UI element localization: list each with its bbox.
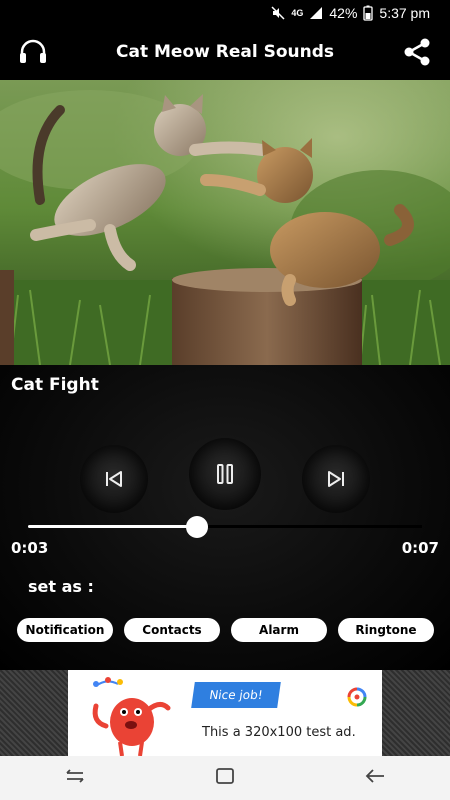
nav-bar: [0, 756, 450, 800]
previous-icon: [104, 469, 124, 489]
ad-area: Nice job! This a 320x100 test ad.: [0, 670, 450, 756]
battery-icon: [363, 5, 374, 21]
ringtone-button[interactable]: Ringtone: [338, 618, 434, 642]
alarm-button[interactable]: Alarm: [231, 618, 327, 642]
headphones-icon[interactable]: [18, 38, 48, 66]
set-as-label: set as :: [28, 577, 94, 596]
ad-banner[interactable]: Nice job! This a 320x100 test ad.: [68, 670, 382, 756]
home-icon[interactable]: [215, 767, 235, 790]
total-time: 0:07: [401, 539, 439, 557]
battery-percent: 42%: [329, 5, 358, 21]
seek-thumb[interactable]: [186, 516, 208, 538]
clock: 5:37 pm: [379, 5, 430, 21]
pause-button[interactable]: [189, 438, 261, 510]
app-bar: Cat Meow Real Sounds: [0, 26, 450, 78]
signal-icon: [309, 6, 323, 20]
contacts-button[interactable]: Contacts: [124, 618, 220, 642]
mute-icon: [271, 6, 285, 20]
ad-mascot-icon: [92, 677, 171, 756]
network-label: 4G: [291, 8, 304, 18]
next-icon: [326, 469, 346, 489]
share-icon[interactable]: [402, 37, 432, 67]
back-icon[interactable]: [364, 767, 386, 790]
seek-progress: [28, 525, 197, 528]
current-time: 0:03: [11, 539, 49, 557]
track-title: Cat Fight: [11, 375, 99, 395]
ad-choices-icon: [346, 686, 368, 713]
notification-button[interactable]: Notification: [17, 618, 113, 642]
previous-button[interactable]: [80, 445, 148, 513]
player-panel: Cat Fight 0:03 0:07 set as : Notificatio…: [0, 365, 450, 670]
ad-badge: Nice job!: [191, 682, 281, 708]
ad-text: This a 320x100 test ad.: [202, 725, 356, 740]
app-title: Cat Meow Real Sounds: [116, 42, 334, 62]
seek-track: [197, 525, 422, 528]
pause-icon: [214, 463, 236, 485]
status-bar: 4G 42% 5:37 pm: [0, 0, 450, 26]
next-button[interactable]: [302, 445, 370, 513]
recent-apps-icon[interactable]: [64, 767, 86, 790]
cat-photo: [0, 80, 450, 365]
